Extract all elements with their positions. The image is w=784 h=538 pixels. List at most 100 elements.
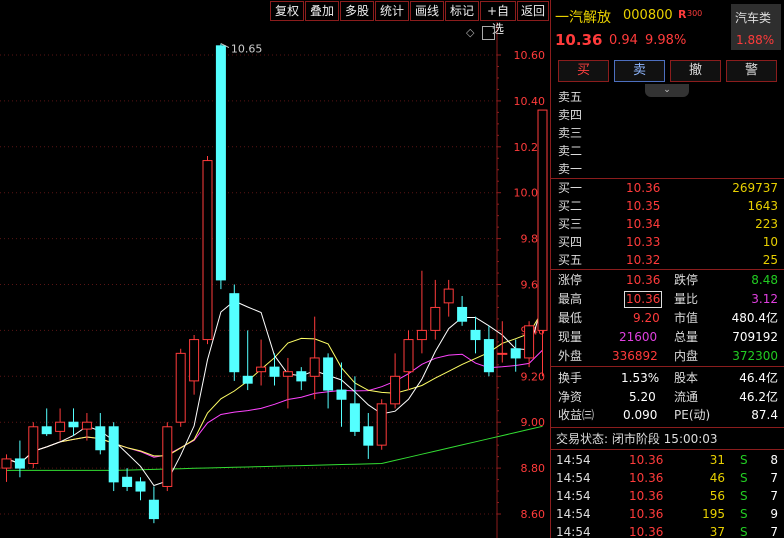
sell-level-row[interactable]: 卖四: [551, 106, 784, 125]
candle-body[interactable]: [202, 160, 213, 341]
market-value-label: 市值: [674, 311, 699, 325]
kline-chart[interactable]: 10.6010.4010.2010.009.809.609.409.209.00…: [0, 0, 550, 538]
tick-count: 9: [770, 507, 778, 521]
candle-body[interactable]: [416, 329, 427, 341]
buy-level-volume: 10: [762, 235, 778, 249]
candle-body[interactable]: [336, 389, 347, 400]
fuquan-button[interactable]: 复权: [270, 1, 304, 21]
candle-body[interactable]: [189, 339, 200, 382]
overlay-button[interactable]: 叠加: [305, 1, 339, 21]
buy-level-row[interactable]: 买二 10.35 1643: [551, 197, 784, 216]
buy-level-row[interactable]: 买一 10.36 269737: [551, 179, 784, 198]
kline-chart-area[interactable]: 10.6010.4010.2010.009.809.609.409.209.00…: [0, 0, 550, 538]
candle-body[interactable]: [323, 357, 334, 391]
candle-body[interactable]: [148, 499, 159, 520]
tick-side: S: [740, 489, 748, 503]
tick-price: 10.36: [629, 453, 664, 467]
sell-level-label: 卖二: [558, 144, 583, 158]
candle-body[interactable]: [215, 45, 226, 281]
candle-body[interactable]: [363, 426, 374, 446]
candle-body[interactable]: [162, 426, 173, 487]
tick-count: 8: [770, 453, 778, 467]
multi-stock-button[interactable]: 多股: [340, 1, 374, 21]
candle-body[interactable]: [229, 293, 240, 373]
candle-body[interactable]: [55, 421, 66, 432]
candle-body[interactable]: [95, 426, 106, 451]
low-value: 9.20: [633, 311, 660, 325]
candle-body[interactable]: [122, 476, 133, 487]
cancel-order-button[interactable]: 撤: [670, 60, 721, 82]
sector-name: 汽车类: [735, 11, 772, 25]
sell-button[interactable]: 卖: [614, 60, 665, 82]
draw-line-button[interactable]: 画线: [410, 1, 444, 21]
tick-side: S: [740, 525, 748, 538]
tick-price: 10.36: [629, 489, 664, 503]
divider: [551, 366, 784, 367]
buy-level-price: 10.33: [626, 235, 661, 249]
candle-body[interactable]: [269, 366, 280, 377]
buy-button[interactable]: 买: [558, 60, 609, 82]
last-price: 10.36: [555, 31, 603, 49]
candle-body[interactable]: [41, 426, 52, 435]
candle-body[interactable]: [1, 458, 12, 469]
sell-level-row[interactable]: 卖一: [551, 160, 784, 179]
candle-body[interactable]: [135, 481, 146, 492]
mark-button[interactable]: 标记: [445, 1, 479, 21]
candle-body[interactable]: [175, 352, 186, 423]
ma10-line: [6, 310, 543, 465]
candle-body[interactable]: [430, 306, 441, 331]
candle-body[interactable]: [457, 306, 468, 322]
candle-body[interactable]: [524, 325, 535, 359]
candle-body[interactable]: [242, 375, 253, 384]
finance-row: 净资 5.20 流通 46.2亿: [551, 388, 784, 407]
tick-price: 10.36: [629, 471, 664, 485]
candle-body[interactable]: [483, 339, 494, 373]
stats-row: 最高 10.36 量比 3.12: [551, 290, 784, 309]
inner-volume-value: 372300: [732, 349, 778, 363]
candle-body[interactable]: [81, 421, 92, 430]
alert-button[interactable]: 警: [726, 60, 777, 82]
candle-body[interactable]: [510, 348, 521, 359]
candle-body[interactable]: [470, 329, 481, 341]
candle-body[interactable]: [108, 426, 119, 483]
candle-body[interactable]: [68, 421, 79, 428]
candle-body[interactable]: [376, 403, 387, 446]
y-axis-label: 10.60: [514, 49, 546, 62]
sell-level-row[interactable]: 卖五: [551, 88, 784, 107]
buy-level-row[interactable]: 买五 10.32 25: [551, 251, 784, 270]
back-button[interactable]: 返回: [517, 1, 549, 21]
sector-change: 1.88%: [736, 33, 775, 47]
candle-body[interactable]: [349, 403, 360, 432]
eps-label: 收益㈢: [558, 408, 595, 422]
tick-volume: 195: [702, 507, 725, 521]
candle-body[interactable]: [537, 109, 548, 331]
low-label: 最低: [558, 311, 583, 325]
sell-level-row[interactable]: 卖二: [551, 142, 784, 161]
tick-time: 14:54: [556, 453, 591, 467]
candle-body[interactable]: [256, 366, 267, 373]
candle-body[interactable]: [28, 426, 39, 465]
candle-body[interactable]: [309, 357, 320, 377]
limit-down-value: 8.48: [751, 273, 778, 287]
candle-body[interactable]: [14, 458, 25, 469]
buy-level-row[interactable]: 买四 10.33 10: [551, 233, 784, 252]
chart-toolbar: 复权 叠加 多股 统计 画线 标记 +自选 返回: [0, 0, 550, 36]
window-toggle-icon[interactable]: [482, 26, 495, 40]
candle-body[interactable]: [497, 352, 508, 355]
sell-level-row[interactable]: 卖三: [551, 124, 784, 143]
candle-body[interactable]: [443, 288, 454, 304]
candle-body[interactable]: [296, 371, 307, 382]
tick-row: 14:54 10.36 56 S 7: [551, 487, 784, 506]
tick-side: S: [740, 471, 748, 485]
candle-body[interactable]: [282, 371, 293, 377]
price-change-pct: 9.98%: [645, 33, 687, 48]
candle-body[interactable]: [390, 375, 401, 405]
add-watchlist-button[interactable]: +自选: [480, 1, 516, 36]
buy-level-row[interactable]: 买三 10.34 223: [551, 215, 784, 234]
diamond-icon[interactable]: ◇: [466, 26, 474, 39]
sector-box[interactable]: 汽车类 1.88%: [731, 4, 781, 50]
candle-body[interactable]: [403, 339, 414, 373]
statistics-button[interactable]: 统计: [375, 1, 409, 21]
tick-count: 7: [770, 489, 778, 503]
net-assets-value: 5.20: [629, 390, 656, 404]
